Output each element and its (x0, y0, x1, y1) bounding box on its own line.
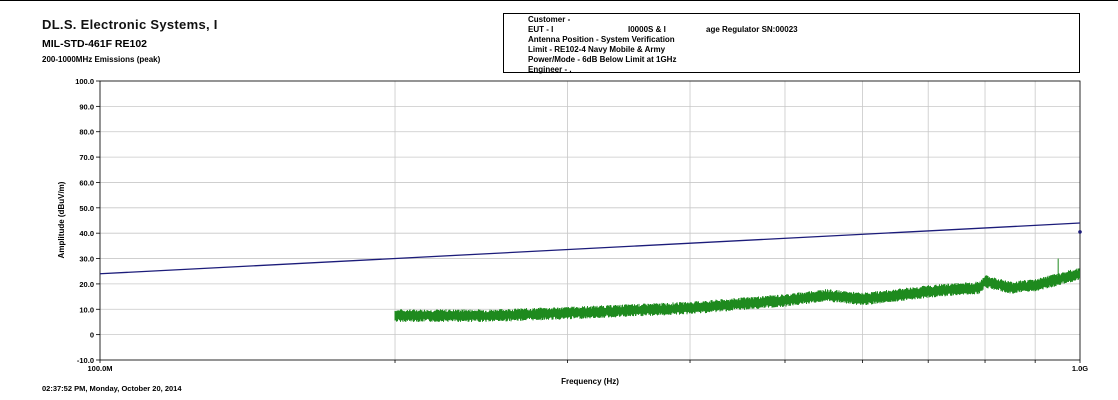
x-axis: 100.0M 1.0G (87, 360, 1088, 373)
y-tick-label: 90.0 (79, 102, 94, 111)
y-tick-label: 60.0 (79, 178, 94, 187)
data-series (99, 222, 1082, 322)
x-axis-label: Frequency (Hz) (561, 377, 619, 386)
y-tick-label: 30.0 (79, 255, 94, 264)
limit-marker (1078, 230, 1082, 234)
y-tick-label: 40.0 (79, 229, 94, 238)
y-axis-label: Amplitude (dBuV/m) (57, 181, 66, 258)
series-limit-line (99, 222, 1081, 275)
y-tick-label: 80.0 (79, 128, 94, 137)
timestamp: 02:37:52 PM, Monday, October 20, 2014 (42, 384, 182, 393)
x-tick-label: 100.0M (87, 364, 112, 373)
y-tick-label: 70.0 (79, 153, 94, 162)
y-tick-label: 0 (90, 331, 94, 340)
y-tick-label: 20.0 (79, 280, 94, 289)
x-tick-label: 1.0G (1072, 364, 1088, 373)
emissions-chart: 100.0 90.0 80.0 70.0 60.0 50.0 40.0 30.0 20.0 10.… (57, 77, 1088, 386)
y-tick-label: 10.0 (79, 305, 94, 314)
y-axis: 100.0 90.0 80.0 70.0 60.0 50.0 40.0 30.0 20.0 10.… (75, 77, 100, 365)
series-emissions-trace (394, 268, 1080, 322)
y-tick-label: 50.0 (79, 204, 94, 213)
y-tick-label: 100.0 (75, 77, 94, 86)
